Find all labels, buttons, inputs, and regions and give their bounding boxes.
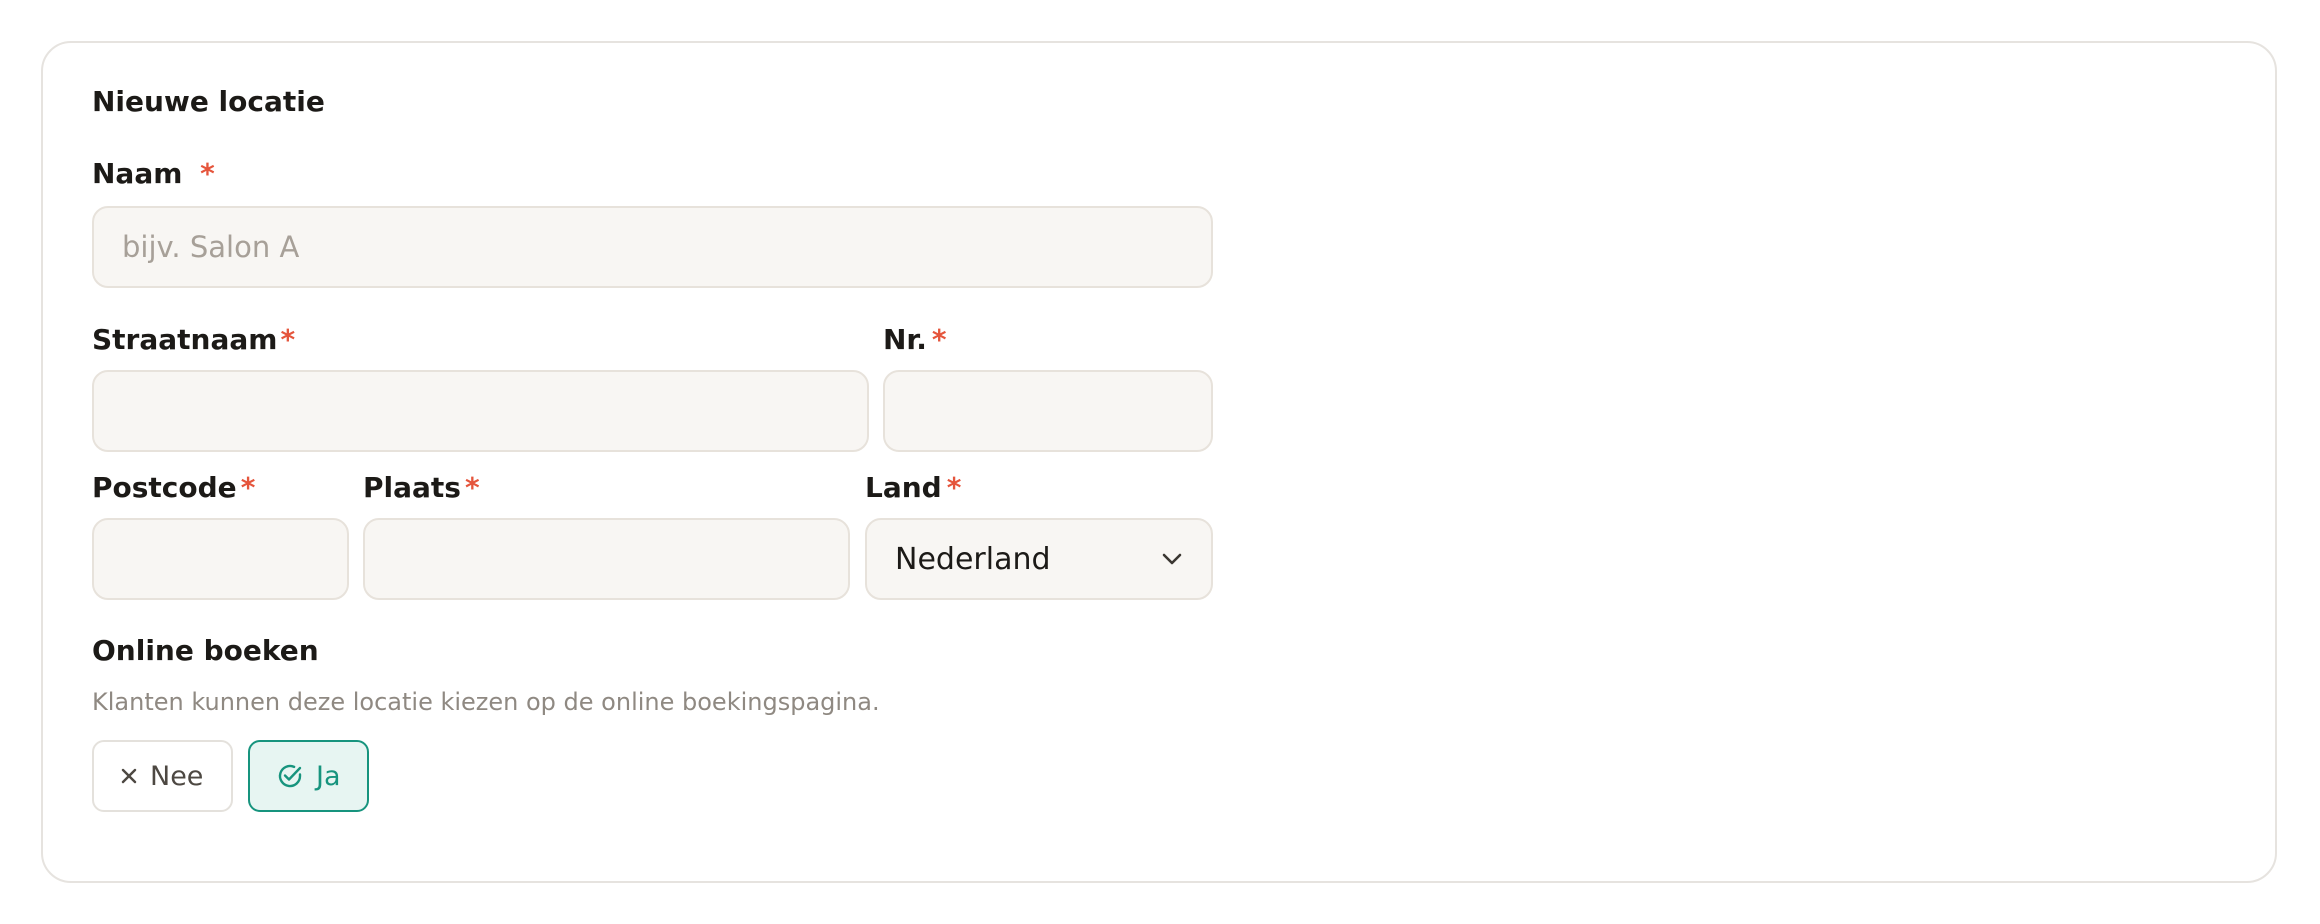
online-booking-yes-label: Ja — [316, 760, 341, 792]
name-label: Naam * — [92, 155, 215, 193]
city-input[interactable] — [363, 518, 850, 600]
online-booking-title: Online boeken — [92, 634, 319, 667]
number-label: Nr. * — [883, 321, 947, 359]
required-marker: * — [280, 323, 296, 356]
country-selected-value: Nederland — [895, 541, 1051, 577]
online-booking-yes-button[interactable]: Ja — [248, 740, 369, 812]
street-label-text: Straatnaam — [92, 323, 278, 356]
country-select[interactable]: Nederland — [865, 518, 1213, 600]
street-input[interactable] — [92, 370, 869, 452]
number-label-text: Nr. — [883, 323, 927, 356]
online-booking-no-button[interactable]: Nee — [92, 740, 233, 812]
required-marker: * — [200, 157, 215, 190]
postcode-label-text: Postcode — [92, 471, 237, 504]
online-booking-description: Klanten kunnen deze locatie kiezen op de… — [92, 688, 880, 716]
city-label: Plaats * — [363, 469, 480, 507]
postcode-input[interactable] — [92, 518, 349, 600]
required-marker: * — [931, 323, 947, 356]
check-circle-icon — [276, 762, 304, 790]
required-marker: * — [240, 471, 256, 504]
online-booking-no-label: Nee — [150, 760, 204, 792]
name-input[interactable] — [92, 206, 1213, 288]
country-label-text: Land — [865, 471, 942, 504]
card-title: Nieuwe locatie — [92, 85, 325, 118]
postcode-label: Postcode * — [92, 469, 255, 507]
required-marker: * — [946, 471, 962, 504]
name-label-text: Naam — [92, 157, 183, 190]
number-input[interactable] — [883, 370, 1213, 452]
country-label: Land * — [865, 469, 961, 507]
city-label-text: Plaats — [363, 471, 461, 504]
close-icon — [120, 767, 138, 785]
chevron-down-icon — [1161, 548, 1183, 570]
new-location-card: Nieuwe locatie Naam * Straatnaam* Nr.* P… — [41, 41, 2277, 883]
street-label: Straatnaam * — [92, 321, 295, 359]
required-marker: * — [464, 471, 480, 504]
